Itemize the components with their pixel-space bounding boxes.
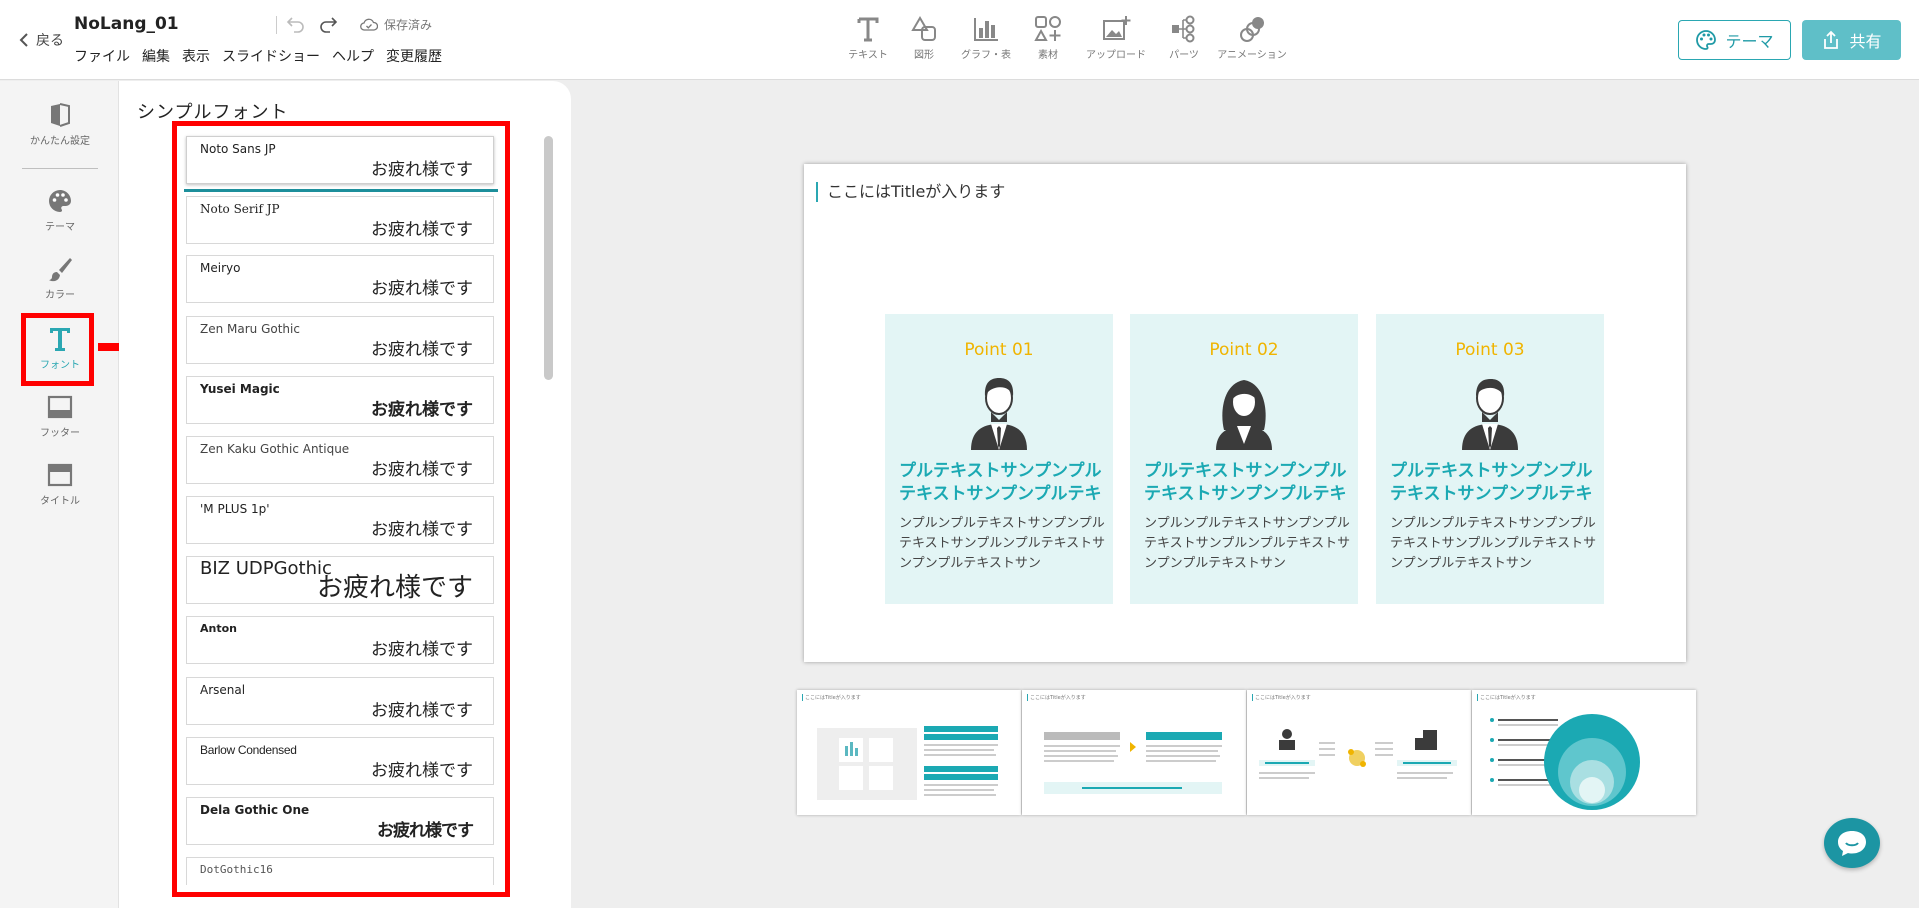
point-label: Point 03 <box>1455 340 1525 360</box>
tool-text-label: テキスト <box>848 50 888 61</box>
brush-icon <box>49 258 72 282</box>
menu-slideshow[interactable]: スライドショー <box>222 46 320 66</box>
redo-icon[interactable] <box>318 14 338 34</box>
tool-materials[interactable]: 素材 <box>1020 14 1076 61</box>
cloud-check-icon <box>360 18 378 31</box>
upload-image-icon <box>1103 16 1131 40</box>
menu-help[interactable]: ヘルプ <box>332 46 374 66</box>
text-icon <box>857 17 879 42</box>
tool-animation-label: アニメーション <box>1217 50 1287 61</box>
point-body: ンプルンプルテキストサンプンプルテキストサンプルンプルテキストサンプンプルテキス… <box>899 516 1106 571</box>
rail-theme-label: テーマ <box>45 222 75 233</box>
businessman-icon <box>971 378 1027 450</box>
businessman-icon <box>1462 379 1518 450</box>
shapes-icon <box>911 16 936 41</box>
palette-icon <box>49 190 71 212</box>
slide-canvas[interactable]: ここにはTitleが入ります Point 01 プルテキストサンプンプルテキスト… <box>804 164 1686 662</box>
theme-button[interactable]: テーマ <box>1678 20 1791 60</box>
point-body: ンプルンプルテキストサンプンプルテキストサンプルンプルテキストサンプンプルテキス… <box>1144 516 1351 571</box>
save-status-label: 保存済み <box>384 18 433 32</box>
point-label: Point 02 <box>1209 340 1279 360</box>
point-card-1[interactable]: Point 01 プルテキストサンプンプルテキストサンプンプルテキ ンプルンプル… <box>885 314 1113 604</box>
point-card-2[interactable]: Point 02 プルテキストサンプンプルテキストサンプンプルテキ ンプルンプル… <box>1130 314 1358 604</box>
tool-parts[interactable]: パーツ <box>1156 14 1212 61</box>
point-body: ンプルンプルテキストサンプンプルテキストサンプルンプルテキストサンプンプルテキス… <box>1390 516 1597 571</box>
tool-text[interactable]: テキスト <box>840 14 896 61</box>
tool-shapes-label: 図形 <box>914 50 934 61</box>
chat-icon <box>1838 831 1866 856</box>
rail-color-label: カラー <box>45 290 75 301</box>
rail-color[interactable]: カラー <box>24 255 96 301</box>
chart-icon <box>974 18 998 41</box>
chevron-left-icon <box>19 33 28 47</box>
document-title[interactable]: NoLang_01 <box>74 14 179 34</box>
tool-materials-label: 素材 <box>1038 50 1058 61</box>
menu-edit[interactable]: 編集 <box>142 46 170 66</box>
point-heading: プルテキストサンプンプルテキストサンプンプルテキ <box>1390 461 1593 504</box>
back-button[interactable]: 戻る <box>18 30 64 50</box>
settings-rail: かんたん設定 テーマ カラー フォント フッター タイトル <box>0 81 119 908</box>
chat-support-button[interactable] <box>1824 818 1880 868</box>
toolbar-divider <box>276 16 277 34</box>
highlight-box-font-list <box>172 121 510 897</box>
easy-setup-icon <box>51 103 70 127</box>
rail-easy-setup[interactable]: かんたん設定 <box>24 101 96 147</box>
thumbnail-preview <box>1044 732 1222 794</box>
save-status: 保存済み <box>360 16 432 33</box>
rail-theme[interactable]: テーマ <box>24 187 96 233</box>
share-button-label: 共有 <box>1849 32 1882 51</box>
thumbnail-title: ここにはTitleが入ります <box>802 694 861 701</box>
tool-animation[interactable]: アニメーション <box>1212 14 1292 61</box>
rail-title-label: タイトル <box>40 496 80 507</box>
tool-chart[interactable]: グラフ・表 <box>952 14 1020 61</box>
thumbnail-title: ここにはTitleが入ります <box>1252 694 1311 701</box>
share-icon <box>1824 30 1839 49</box>
palette-icon <box>1696 30 1717 50</box>
top-bar: 戻る NoLang_01 ファイル 編集 表示 スライドショー ヘルプ 変更履歴… <box>0 0 1919 80</box>
thumbnail-title: ここにはTitleが入ります <box>1477 694 1536 701</box>
thumbnail-preview <box>1259 729 1457 779</box>
tool-upload-label: アップロード <box>1086 50 1146 61</box>
tool-upload[interactable]: アップロード <box>1076 14 1156 61</box>
rail-title[interactable]: タイトル <box>24 461 96 507</box>
font-panel-scrollbar[interactable] <box>544 136 553 380</box>
insert-toolbar: テキスト 図形 グラフ・表 素材 アップロード パーツ アニメーション <box>840 14 1292 61</box>
slide-thumbnail-4[interactable]: ここにはTitleが入ります <box>1472 690 1696 815</box>
slide-thumbnail-2[interactable]: ここにはTitleが入ります <box>1022 690 1246 815</box>
point-card-3[interactable]: Point 03 プルテキストサンプンプルテキストサンプンプルテキ ンプルンプル… <box>1376 314 1604 604</box>
share-button[interactable]: 共有 <box>1802 20 1901 60</box>
rail-footer-label: フッター <box>40 428 80 439</box>
back-label: 戻る <box>36 33 64 49</box>
menu-bar: ファイル 編集 表示 スライドショー ヘルプ 変更履歴 <box>74 46 442 66</box>
menu-history[interactable]: 変更履歴 <box>386 46 442 66</box>
thumbnail-title: ここにはTitleが入ります <box>1027 694 1086 701</box>
rail-footer[interactable]: フッター <box>24 393 96 439</box>
tool-shapes[interactable]: 図形 <box>896 14 952 61</box>
menu-file[interactable]: ファイル <box>74 46 130 66</box>
parts-icon <box>1172 15 1195 43</box>
slide-thumbnail-3[interactable]: ここにはTitleが入ります <box>1247 690 1471 815</box>
point-heading: プルテキストサンプンプルテキストサンプンプルテキ <box>899 461 1102 504</box>
slide-thumbnail-1[interactable]: ここにはTitleが入ります <box>797 690 1021 815</box>
thumbnail-preview <box>1490 714 1640 810</box>
undo-icon[interactable] <box>286 14 306 34</box>
animation-icon <box>1240 17 1264 42</box>
rail-easy-setup-label: かんたん設定 <box>30 136 90 147</box>
thumbnail-preview <box>817 726 998 800</box>
rail-divider <box>22 168 98 169</box>
theme-button-label: テーマ <box>1725 32 1774 51</box>
tool-chart-label: グラフ・表 <box>961 50 1011 61</box>
highlight-box-font-tab <box>21 313 94 386</box>
materials-icon <box>1034 16 1061 41</box>
tool-parts-label: パーツ <box>1169 50 1199 61</box>
point-heading: プルテキストサンプンプルテキストサンプンプルテキ <box>1144 461 1347 504</box>
slide-title[interactable]: ここにはTitleが入ります <box>816 182 1005 202</box>
menu-view[interactable]: 表示 <box>182 46 210 66</box>
footer-icon <box>47 395 73 419</box>
title-icon <box>47 463 73 487</box>
businesswoman-icon <box>1216 380 1272 450</box>
point-label: Point 01 <box>964 340 1034 360</box>
